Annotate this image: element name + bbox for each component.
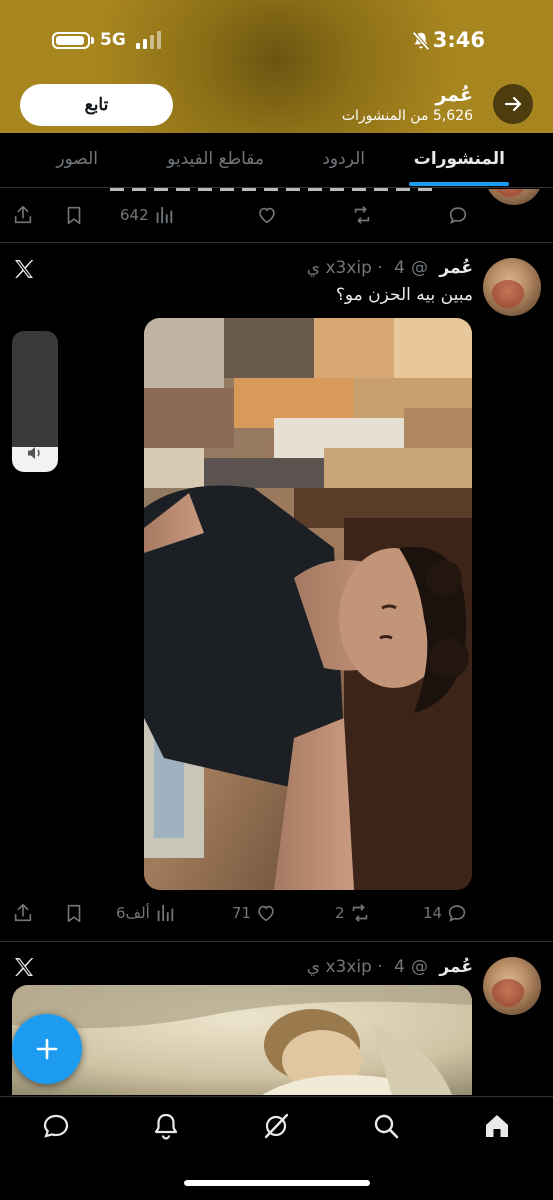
post-avatar[interactable]: [483, 957, 541, 1015]
back-button[interactable]: [493, 84, 533, 124]
profile-tabs: المنشورات الردود مقاطع الفيديو الصور: [0, 133, 553, 188]
bookmark-button[interactable]: [63, 898, 85, 928]
tab-posts[interactable]: المنشورات: [414, 149, 505, 169]
post-avatar[interactable]: [483, 258, 541, 316]
post-photo-art: [144, 318, 472, 890]
post-time-sep: ·: [377, 258, 383, 278]
views-count: 642: [120, 206, 149, 224]
tab-videos[interactable]: مقاطع الفيديو: [167, 149, 264, 169]
x-logo-icon[interactable]: [12, 257, 36, 281]
battery-icon: [52, 32, 90, 49]
volume-slider[interactable]: [12, 331, 58, 472]
heart-icon: [258, 905, 274, 922]
reply-button[interactable]: 14: [423, 898, 468, 928]
heart-icon: [259, 207, 275, 224]
post-photo[interactable]: [144, 318, 472, 890]
tab-replies[interactable]: الردود: [322, 149, 365, 169]
reply-count: 14: [423, 904, 443, 922]
post-time-sep: ·: [377, 957, 383, 977]
share-icon: [14, 205, 32, 224]
post-text: مبين بيه الحزن مو؟: [335, 285, 473, 305]
bookmark-icon: [67, 206, 81, 225]
reply-button[interactable]: [447, 200, 469, 230]
repost-button[interactable]: 2: [335, 898, 371, 928]
share-button[interactable]: [12, 898, 34, 928]
search-icon[interactable]: [371, 1111, 401, 1141]
like-count: 71: [232, 904, 252, 922]
post-author[interactable]: عُمر: [439, 258, 473, 278]
reply-icon: [448, 905, 466, 922]
post-header: عُمر @x3xip · 4 ي: [307, 258, 473, 278]
speaker-icon: [28, 447, 40, 459]
repost-button[interactable]: [351, 200, 373, 230]
repost-icon: [352, 904, 367, 922]
share-icon: [14, 903, 32, 922]
bell-slash-icon: [412, 31, 430, 51]
signal-icon: [136, 31, 161, 49]
repost-count: 2: [335, 904, 345, 922]
reply-icon: [449, 207, 467, 224]
follow-button[interactable]: تابع: [20, 84, 173, 126]
arrow-icon: [504, 96, 522, 112]
messages-icon[interactable]: [41, 1111, 71, 1141]
post-divider: [0, 941, 553, 942]
home-indicator: [184, 1180, 370, 1186]
home-icon[interactable]: [482, 1111, 512, 1141]
prev-post-actions: 642: [0, 200, 553, 230]
plus-icon: [36, 1038, 58, 1060]
tab-indicator: [409, 182, 509, 186]
compose-button[interactable]: [12, 1014, 82, 1084]
views-button[interactable]: 6ألف: [116, 898, 176, 928]
network-label: 5G: [100, 30, 126, 50]
views-button[interactable]: 642: [120, 200, 175, 230]
post-author[interactable]: عُمر: [439, 957, 473, 977]
prev-post-text-clip: [110, 188, 440, 192]
profile-name: عُمر: [435, 84, 473, 106]
post-count: 5,626 من المنشورات: [341, 108, 473, 124]
share-button[interactable]: [12, 200, 34, 230]
like-button[interactable]: 71: [232, 898, 277, 928]
post-actions: 14 2 71 6ألف: [0, 898, 553, 928]
x-logo-icon[interactable]: [12, 955, 36, 979]
post-header: عُمر @x3xip · 4 ي: [307, 957, 473, 977]
tab-photos[interactable]: الصور: [56, 149, 98, 169]
bar-chart-icon: [156, 206, 172, 224]
post-divider: [0, 242, 553, 243]
grok-icon[interactable]: [261, 1111, 291, 1141]
repost-icon: [354, 206, 370, 224]
bar-chart-icon: [157, 904, 174, 922]
bookmark-button[interactable]: [63, 200, 85, 230]
prev-post-text-remnant: [110, 188, 440, 191]
bell-icon[interactable]: [151, 1111, 181, 1141]
bookmark-icon: [67, 904, 81, 923]
views-count: 6ألف: [116, 904, 150, 922]
status-time: 3:46: [432, 28, 485, 52]
like-button[interactable]: [256, 200, 278, 230]
battery-nub: [91, 37, 94, 44]
